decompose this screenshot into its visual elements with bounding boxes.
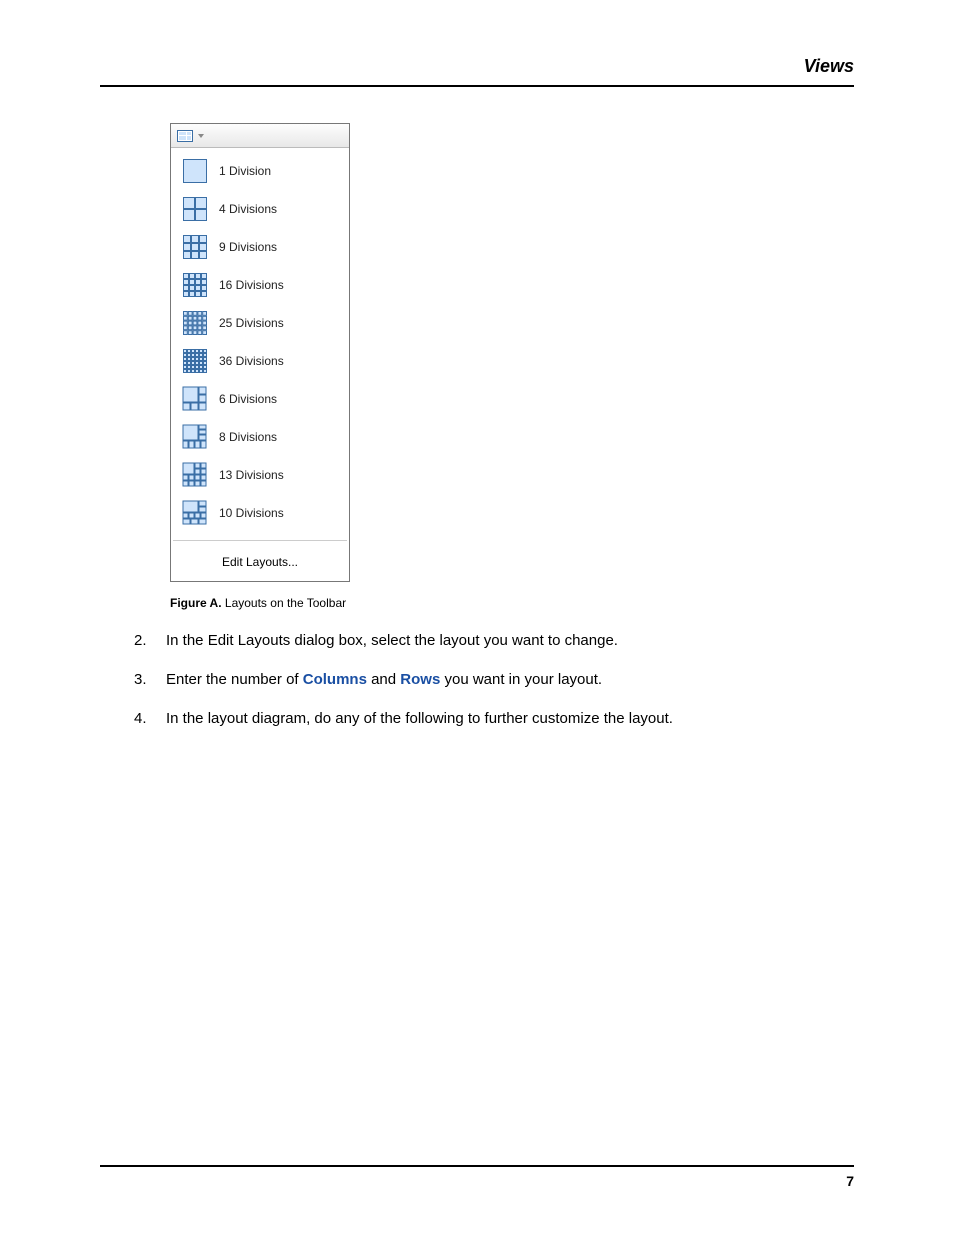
figure: 1 Division 4 Divisions 9 Divisions 16 Divis… [170,123,854,610]
instruction-steps: 2. In the Edit Layouts dialog box, select… [134,630,854,729]
edit-layouts-item[interactable]: Edit Layouts... [171,545,349,581]
layout-grid-icon [181,233,209,261]
step-text: In the layout diagram, do any of the fol… [166,708,673,729]
step-text-fragment: Enter the number of [166,671,303,688]
layout-grid-icon [181,423,209,451]
step-text: In the Edit Layouts dialog box, select t… [166,630,618,651]
layout-dropdown-icon[interactable] [177,130,193,142]
layout-grid-icon [181,195,209,223]
step-text: Enter the number of Columns and Rows you… [166,669,602,690]
header-title: Views [804,56,854,76]
keyword: Rows [400,671,440,688]
layout-option[interactable]: 13 Divisions [171,456,349,494]
layout-option-label: 4 Divisions [219,202,277,216]
step-text-fragment: In the layout diagram, do any of the fol… [166,710,673,727]
toolbar [171,124,349,148]
page-header: Views [100,56,854,87]
layout-grid-icon [181,157,209,185]
instruction-step: 3. Enter the number of Columns and Rows y… [134,669,854,690]
step-number: 3. [134,669,152,690]
page-number: 7 [846,1173,854,1189]
layout-option-label: 1 Division [219,164,271,178]
layout-option-label: 13 Divisions [219,468,284,482]
layout-option-label: 9 Divisions [219,240,277,254]
layout-option[interactable]: 16 Divisions [171,266,349,304]
layout-option-label: 16 Divisions [219,278,284,292]
layout-option[interactable]: 36 Divisions [171,342,349,380]
layout-option-label: 36 Divisions [219,354,284,368]
step-text-fragment: In the Edit Layouts dialog box, select t… [166,632,618,649]
keyword: Columns [303,671,367,688]
layout-option[interactable]: 6 Divisions [171,380,349,418]
layout-option[interactable]: 8 Divisions [171,418,349,456]
layout-option-label: 6 Divisions [219,392,277,406]
layout-grid-icon [181,347,209,375]
edit-layouts-label: Edit Layouts... [222,555,298,569]
instruction-step: 2. In the Edit Layouts dialog box, select… [134,630,854,651]
step-text-fragment: you want in your layout. [440,671,602,688]
figure-caption-text: Layouts on the Toolbar [225,596,346,610]
layout-option[interactable]: 4 Divisions [171,190,349,228]
layout-grid-icon [181,385,209,413]
step-number: 2. [134,630,152,651]
instruction-step: 4. In the layout diagram, do any of the f… [134,708,854,729]
layout-option[interactable]: 10 Divisions [171,494,349,532]
figure-label: Figure A. [170,596,222,610]
figure-caption: Figure A. Layouts on the Toolbar [170,596,854,610]
step-text-fragment: and [367,671,400,688]
layout-grid-icon [181,309,209,337]
layout-option-label: 8 Divisions [219,430,277,444]
layout-grid-icon [181,271,209,299]
layout-option[interactable]: 9 Divisions [171,228,349,266]
page-footer: 7 [100,1165,854,1189]
layout-option-label: 25 Divisions [219,316,284,330]
layouts-dropdown-menu: 1 Division 4 Divisions 9 Divisions 16 Divis… [170,123,350,582]
layouts-list: 1 Division 4 Divisions 9 Divisions 16 Divis… [171,148,349,536]
chevron-down-icon[interactable] [198,134,204,138]
layout-grid-icon [181,499,209,527]
layout-option[interactable]: 1 Division [171,152,349,190]
layout-option-label: 10 Divisions [219,506,284,520]
step-number: 4. [134,708,152,729]
layout-grid-icon [181,461,209,489]
layout-option[interactable]: 25 Divisions [171,304,349,342]
menu-separator [173,540,347,541]
